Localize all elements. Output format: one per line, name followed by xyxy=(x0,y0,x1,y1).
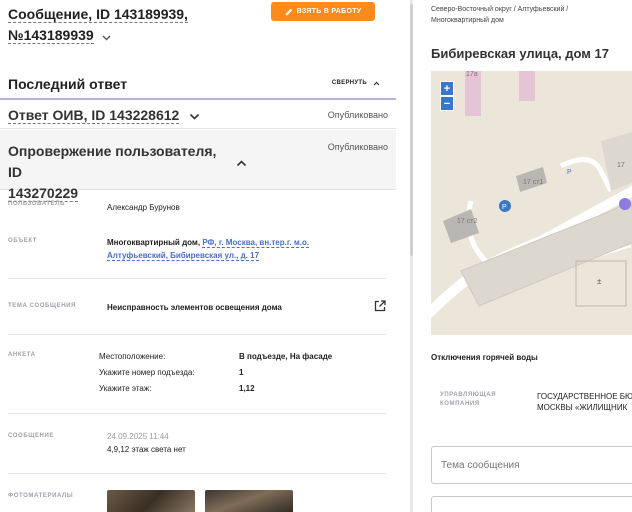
management-company-value: ГОСУДАРСТВЕННОЕ БЮ МОСКВЫ «ЖИЛИЩНИК xyxy=(537,391,632,413)
next-input-wrapper[interactable] xyxy=(431,496,632,512)
zoom-out-button[interactable]: − xyxy=(440,96,454,111)
last-answer-header: Последний ответ СВЕРНУТЬ xyxy=(0,70,396,100)
anketa-value: В подъезде, На фасаде xyxy=(239,352,333,361)
topic-input-wrapper[interactable] xyxy=(431,446,632,484)
chevron-up-icon xyxy=(373,81,380,85)
management-company-label-line1: УПРАВЛЯЮЩАЯ xyxy=(440,392,497,398)
pencil-icon xyxy=(285,8,292,15)
building-label-17a: 17а xyxy=(466,71,478,78)
divider xyxy=(8,334,386,335)
photos-label: ФОТОМАТЕРИАЛЫ xyxy=(8,493,74,499)
object-address-link-1[interactable]: РФ, г. Москва, вн.тер.г. м.о. xyxy=(202,238,310,248)
building-label-17c2: 17 ст2 xyxy=(457,218,477,225)
answer-oiv-title: Ответ ОИВ, ID 143228612 xyxy=(8,107,180,124)
anketa-value: 1,12 xyxy=(239,384,255,393)
message-title-line2: №143189939 xyxy=(8,27,94,44)
management-company-label-line2: КОМПАНИЯ xyxy=(440,401,480,407)
topic-field: ТЕМА СООБЩЕНИЯ Неисправность элементов о… xyxy=(8,300,386,316)
chevron-down-icon[interactable] xyxy=(189,113,200,120)
anketa-key: Местоположение: xyxy=(99,352,166,361)
chevron-up-icon[interactable] xyxy=(236,154,247,172)
location-marker-icon[interactable] xyxy=(619,198,631,210)
message-detail-panel: Сообщение, ID 143189939, №143189939 ВЗЯТ… xyxy=(0,0,396,512)
user-field: ПОЛЬЗОВАТЕЛЬ Александр Бурунов xyxy=(8,200,386,214)
open-external-icon[interactable] xyxy=(374,300,386,312)
user-value: Александр Бурунов xyxy=(107,203,180,212)
last-answer-label: Последний ответ xyxy=(8,76,128,92)
photo-thumbnail[interactable] xyxy=(107,490,195,512)
object-type: Многоквартирный дом, xyxy=(107,238,201,247)
breadcrumb-line1: Северо-Восточный округ / Алтуфьевский / xyxy=(431,6,569,13)
breadcrumb-line2: Многоквартирный дом xyxy=(431,17,504,24)
map-symbol: ± xyxy=(597,277,602,286)
topic-label: ТЕМА СООБЩЕНИЯ xyxy=(8,303,76,309)
parking-label: P xyxy=(502,204,507,211)
photo-thumbnail[interactable] xyxy=(205,490,293,512)
answer-oiv-status: Опубликовано xyxy=(327,110,388,120)
anketa-key: Укажите этаж: xyxy=(99,384,152,393)
object-address-link-2[interactable]: Алтуфьевский, Бибиревская ул., д. 17 xyxy=(107,251,260,261)
management-company-value-line2: МОСКВЫ «ЖИЛИЩНИК xyxy=(537,403,628,412)
answer-refute-name: Опровержение пользователя, ID 143270229 xyxy=(8,141,230,204)
answer-oiv-name: Ответ ОИВ, ID 143228612 xyxy=(8,107,200,124)
divider xyxy=(8,413,386,414)
anketa-key: Укажите номер подъезда: xyxy=(99,368,195,377)
user-label: ПОЛЬЗОВАТЕЛЬ xyxy=(8,201,66,207)
object-field: ОБЪЕКТ Многоквартирный дом, РФ, г. Москв… xyxy=(8,236,386,264)
building-label-17c1: 17 ст1 xyxy=(523,179,543,186)
take-in-work-button[interactable]: ВЗЯТЬ В РАБОТУ xyxy=(271,2,375,21)
object-panel: Северо-Восточный округ / Алтуфьевский / … xyxy=(418,0,632,512)
answer-refute-row[interactable]: Опровержение пользователя, ID 143270229 … xyxy=(0,130,396,202)
scrollbar[interactable] xyxy=(410,0,413,512)
answer-refute-status: Опубликовано xyxy=(327,142,388,152)
take-in-work-label: ВЗЯТЬ В РАБОТУ xyxy=(296,8,362,15)
management-company-value-line1: ГОСУДАРСТВЕННОЕ БЮ xyxy=(537,392,632,401)
message-label: СООБЩЕНИЕ xyxy=(8,433,54,439)
collapse-label: СВЕРНУТЬ xyxy=(331,80,367,86)
message-title[interactable]: Сообщение, ID 143189939, №143189939 xyxy=(8,4,258,47)
object-label: ОБЪЕКТ xyxy=(8,238,38,244)
answer-refute-title-line1: Опровержение пользователя, ID xyxy=(8,143,217,180)
message-field: СООБЩЕНИЕ 24.09.2025 11:44 4,9,12 этаж с… xyxy=(8,430,386,456)
map[interactable]: P P 17а 17 ст1 17 ст2 17 ± + − xyxy=(431,71,632,335)
anketa-value: 1 xyxy=(239,368,244,377)
message-title-line1: Сообщение, ID 143189939, xyxy=(8,6,188,23)
divider xyxy=(8,278,386,279)
photos-field: ФОТОМАТЕРИАЛЫ xyxy=(8,491,386,505)
management-company-label: УПРАВЛЯЮЩАЯ КОМПАНИЯ xyxy=(440,391,496,409)
anketa-label: АНКЕТА xyxy=(8,352,36,358)
answer-oiv-row[interactable]: Ответ ОИВ, ID 143228612 Опубликовано xyxy=(0,101,396,129)
building-label-17: 17 xyxy=(617,162,625,169)
hot-water-title: Отключения горячей воды xyxy=(431,353,538,362)
collapse-button[interactable]: СВЕРНУТЬ xyxy=(332,80,380,86)
zoom-in-button[interactable]: + xyxy=(440,81,454,96)
zoom-control: + − xyxy=(440,81,454,111)
object-value: Многоквартирный дом, РФ, г. Москва, вн.т… xyxy=(107,236,310,262)
topic-input[interactable] xyxy=(441,460,621,471)
scrollbar-thumb[interactable] xyxy=(410,4,413,256)
map-building xyxy=(519,71,535,101)
message-text: 4,9,12 этаж света нет xyxy=(107,445,186,454)
message-date: 24.09.2025 11:44 xyxy=(107,432,169,441)
parking-label: P xyxy=(567,169,572,176)
chevron-down-icon[interactable] xyxy=(102,26,111,47)
divider xyxy=(8,473,386,474)
breadcrumb: Северо-Восточный округ / Алтуфьевский / … xyxy=(431,4,631,26)
topic-value: Неисправность элементов освещения дома xyxy=(107,303,282,312)
map-canvas[interactable]: P P 17а 17 ст1 17 ст2 17 ± xyxy=(431,71,632,335)
object-address-title: Бибиревская улица, дом 17 xyxy=(431,46,609,61)
